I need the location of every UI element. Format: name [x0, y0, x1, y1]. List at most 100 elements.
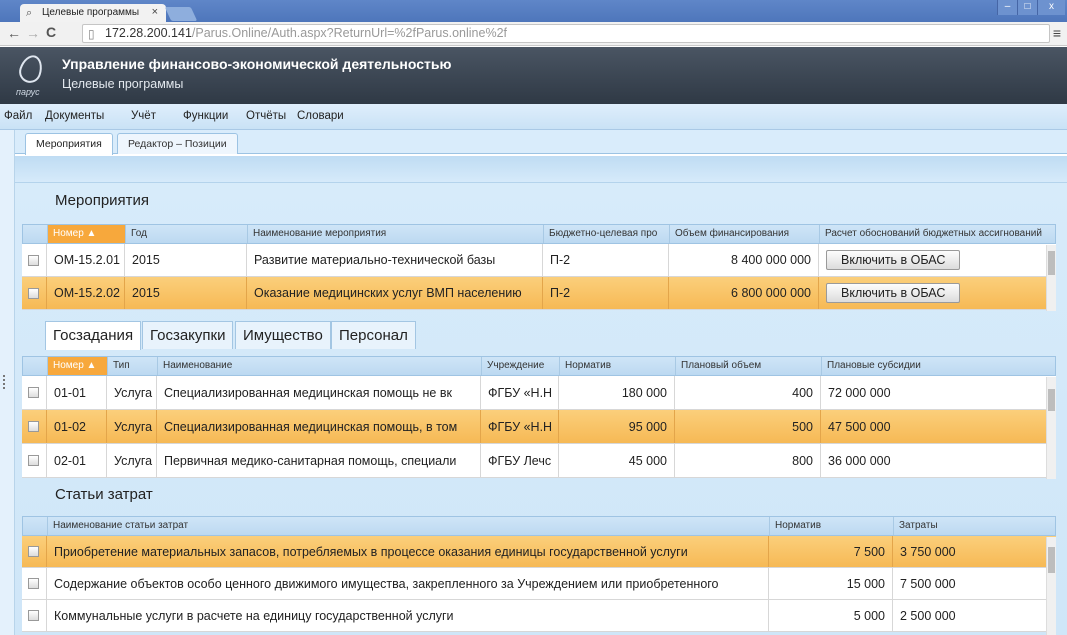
table-row[interactable]: 01-02 Услуга Специализированная медицинс…: [22, 410, 1056, 444]
tab-staff[interactable]: Персонал: [331, 321, 416, 349]
splitter-grip[interactable]: [3, 375, 5, 389]
row-checkbox[interactable]: [28, 610, 39, 621]
events-scrollbar[interactable]: [1046, 245, 1056, 311]
logo-text: парус: [16, 87, 40, 97]
tasks-grid-header: Номер ▲ Тип Наименование Учреждение Норм…: [22, 356, 1056, 376]
forward-arrow-icon[interactable]: →: [26, 25, 40, 41]
table-row[interactable]: 01-01 Услуга Специализированная медицинс…: [22, 376, 1056, 410]
menu-functions[interactable]: Функции: [183, 110, 228, 122]
app-title: Управление финансово-экономической деяте…: [62, 56, 452, 72]
close-tab-icon[interactable]: ×: [152, 6, 158, 18]
task-subsidy: 36 000 000: [820, 444, 1046, 477]
menu-accounting[interactable]: Учёт: [131, 110, 156, 122]
tab-events[interactable]: Мероприятия: [25, 133, 113, 155]
browser-toolbar: ← → C ▯ 172.28.200.141/Parus.Online/Auth…: [0, 22, 1067, 46]
col-planned-volume[interactable]: Плановый объем: [675, 357, 821, 375]
row-checkbox[interactable]: [28, 288, 39, 299]
events-section-title: Мероприятия: [55, 192, 150, 209]
browser-tab-strip: ⌕ Целевые программы × – □ x: [0, 0, 1067, 22]
select-column-header: [23, 225, 47, 243]
col-financing[interactable]: Объем финансирования: [669, 225, 819, 243]
cost-amount: 2 500 000: [892, 600, 1046, 631]
row-checkbox[interactable]: [28, 455, 39, 466]
col-program[interactable]: Бюджетно-целевая про: [543, 225, 669, 243]
page-icon: ⌕: [26, 7, 33, 19]
close-window-icon[interactable]: x: [1037, 0, 1065, 15]
event-number: ОМ-15.2.01: [46, 244, 124, 276]
task-volume: 800: [674, 444, 820, 477]
row-checkbox[interactable]: [28, 255, 39, 266]
col-cost-norm[interactable]: Норматив: [769, 517, 893, 535]
address-bar[interactable]: ▯ 172.28.200.141/Parus.Online/Auth.aspx?…: [82, 24, 1050, 43]
menu-reports[interactable]: Отчёты: [246, 110, 286, 122]
col-task-type[interactable]: Тип: [107, 357, 157, 375]
row-checkbox[interactable]: [28, 578, 39, 589]
task-subsidy: 47 500 000: [820, 410, 1046, 443]
table-row[interactable]: Коммунальные услуги в расчете на единицу…: [22, 600, 1056, 632]
include-obas-button[interactable]: Включить в ОБАС: [826, 283, 961, 303]
minimize-icon[interactable]: –: [997, 0, 1017, 15]
maximize-icon[interactable]: □: [1017, 0, 1037, 15]
back-arrow-icon[interactable]: ←: [7, 25, 21, 41]
col-budget-calc[interactable]: Расчет обоснований бюджетных ассигновани…: [819, 225, 1057, 243]
col-year[interactable]: Год: [125, 225, 247, 243]
event-name: Развитие материально-технической базы: [246, 244, 542, 276]
col-task-name[interactable]: Наименование: [157, 357, 481, 375]
tasks-scrollbar[interactable]: [1046, 377, 1056, 479]
table-row[interactable]: ОМ-15.2.02 2015 Оказание медицинских усл…: [22, 277, 1056, 310]
cost-item-name: Коммунальные услуги в расчете на единицу…: [46, 600, 768, 631]
col-event-name[interactable]: Наименование мероприятия: [247, 225, 543, 243]
event-amount: 8 400 000 000: [668, 244, 818, 276]
app-header: парус Управление финансово-экономической…: [0, 47, 1067, 104]
include-obas-button[interactable]: Включить в ОБАС: [826, 250, 961, 270]
col-task-norm[interactable]: Норматив: [559, 357, 675, 375]
task-type: Услуга: [106, 376, 156, 409]
tab-positions-editor[interactable]: Редактор – Позиции: [117, 133, 238, 154]
menu-file[interactable]: Файл: [4, 110, 32, 122]
task-org: ФГБУ «Н.Н: [480, 376, 558, 409]
col-cost-item[interactable]: Наименование статьи затрат: [47, 517, 769, 535]
scrollbar-thumb[interactable]: [1048, 389, 1055, 411]
scrollbar-thumb[interactable]: [1048, 547, 1055, 573]
browser-menu-icon[interactable]: ≡: [1053, 25, 1061, 41]
tab-procurement[interactable]: Госзакупки: [142, 321, 234, 349]
task-org: ФГБУ «Н.Н: [480, 410, 558, 443]
row-checkbox[interactable]: [28, 387, 39, 398]
col-planned-subsidy[interactable]: Плановые субсидии: [821, 357, 1057, 375]
task-number: 01-01: [46, 376, 106, 409]
app-subtitle: Целевые программы: [62, 77, 184, 91]
table-row[interactable]: Приобретение материальных запасов, потре…: [22, 536, 1056, 568]
col-task-number[interactable]: Номер ▲: [47, 357, 107, 375]
event-program: П-2: [542, 277, 668, 309]
cost-amount: 7 500 000: [892, 568, 1046, 599]
task-type: Услуга: [106, 410, 156, 443]
event-action-cell: Включить в ОБАС: [818, 277, 1046, 309]
table-row[interactable]: ОМ-15.2.01 2015 Развитие материально-тех…: [22, 244, 1056, 277]
event-year: 2015: [124, 244, 246, 276]
costs-grid-header: Наименование статьи затрат Норматив Затр…: [22, 516, 1056, 536]
menu-dictionaries[interactable]: Словари: [297, 110, 344, 122]
col-institution[interactable]: Учреждение: [481, 357, 559, 375]
scrollbar-thumb[interactable]: [1048, 251, 1055, 275]
tab-state-tasks[interactable]: Госзадания: [45, 321, 142, 350]
table-row[interactable]: Содержание объектов особо ценного движим…: [22, 568, 1056, 600]
task-norm: 45 000: [558, 444, 674, 477]
row-checkbox[interactable]: [28, 546, 39, 557]
toolbar-strip: [15, 156, 1067, 183]
costs-scrollbar[interactable]: [1046, 537, 1056, 635]
cost-amount: 3 750 000: [892, 536, 1046, 567]
table-row[interactable]: 02-01 Услуга Первичная медико-санитарная…: [22, 444, 1056, 478]
row-checkbox[interactable]: [28, 421, 39, 432]
new-tab-button[interactable]: [164, 7, 198, 21]
task-volume: 400: [674, 376, 820, 409]
task-type: Услуга: [106, 444, 156, 477]
browser-tab[interactable]: ⌕ Целевые программы ×: [20, 4, 166, 22]
col-number[interactable]: Номер ▲: [47, 225, 125, 243]
menu-documents[interactable]: Документы: [45, 110, 104, 122]
event-program: П-2: [542, 244, 668, 276]
reload-icon[interactable]: C: [46, 24, 56, 40]
col-cost-amount[interactable]: Затраты: [893, 517, 1057, 535]
task-org: ФГБУ Лечс: [480, 444, 558, 477]
event-action-cell: Включить в ОБАС: [818, 244, 1046, 276]
tab-property[interactable]: Имущество: [235, 321, 331, 349]
